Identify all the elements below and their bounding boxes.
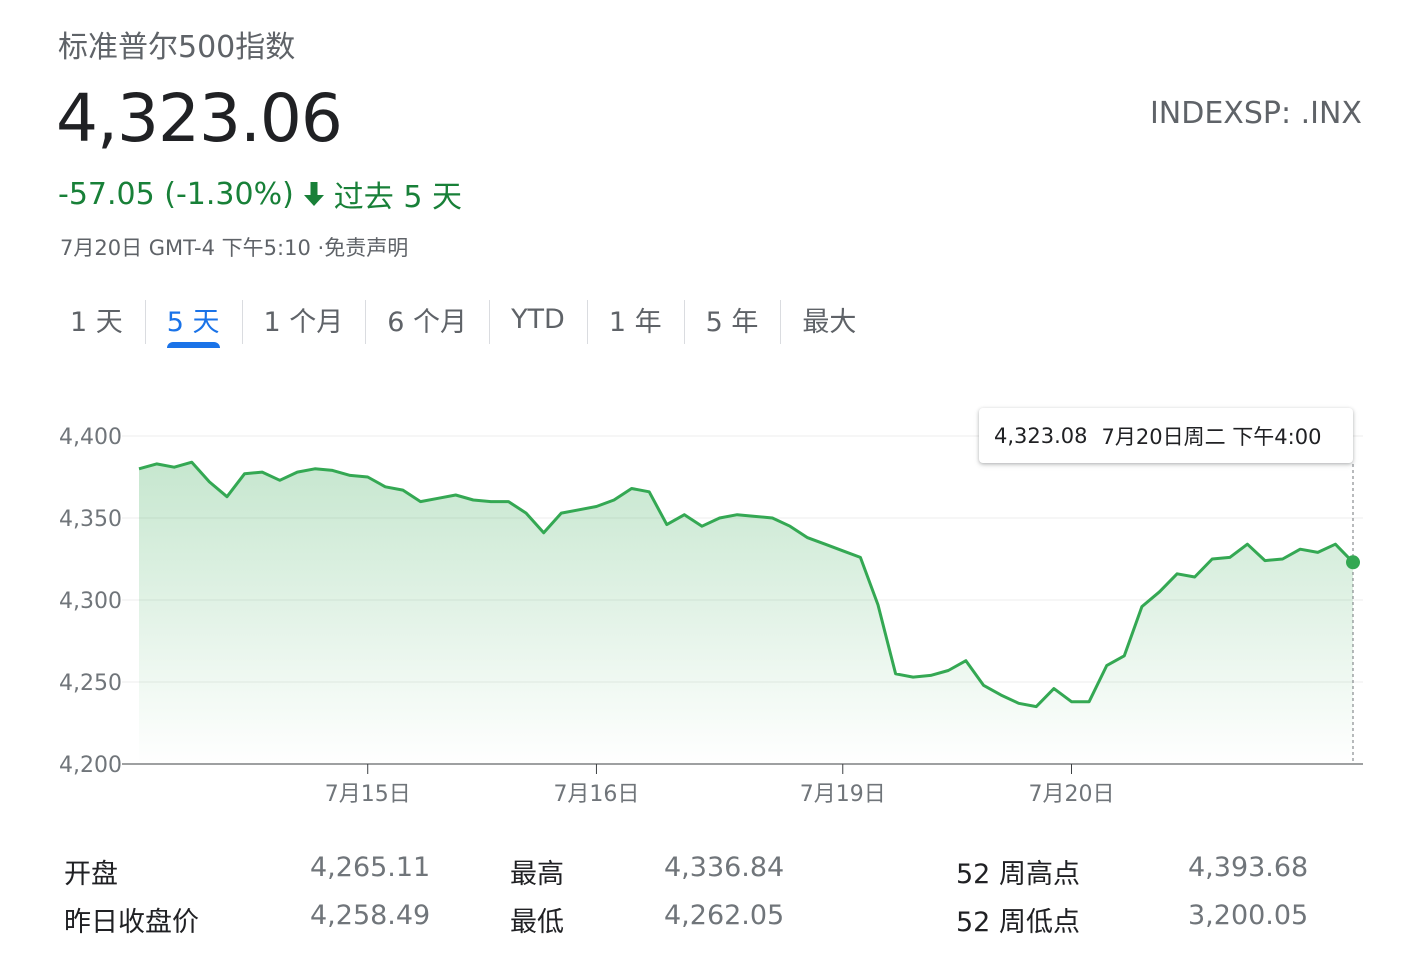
tooltip-value: 4,323.08 [994, 423, 1088, 448]
high-label: 最高 [510, 859, 564, 890]
tab-6-months[interactable]: 6 个月 [365, 296, 489, 344]
timestamp-row: 7月20日 GMT-4 下午5:10 ·免责声明 [60, 232, 408, 262]
price-change: -57.05 (-1.30%) [58, 176, 294, 212]
tab-ytd[interactable]: YTD [489, 296, 587, 344]
range-tabs: 1 天 5 天 1 个月 6 个月 YTD 1 年 5 年 最大 [48, 296, 878, 348]
open-label: 开盘 [64, 859, 118, 890]
x-tick-label: 7月19日 [800, 782, 886, 807]
current-price: 4,323.06 [56, 80, 343, 157]
hover-point [1346, 555, 1360, 570]
tab-label: 1 个月 [263, 306, 344, 338]
price-area-fill [139, 462, 1353, 764]
x-tick-label: 7月20日 [1028, 782, 1114, 807]
tab-1-month[interactable]: 1 个月 [241, 296, 366, 344]
y-tick-label: 4,400 [59, 425, 122, 450]
high-value: 4,336.84 [664, 852, 785, 883]
y-tick-label: 4,250 [59, 671, 122, 696]
y-tick-label: 4,300 [59, 589, 122, 614]
arrow-down-icon [302, 180, 326, 208]
chart-tooltip: 4,323.08 7月20日周二 下午4:00 [979, 408, 1353, 463]
y-tick-label: 4,350 [59, 507, 122, 532]
tab-label: 1 天 [70, 306, 123, 338]
tab-1-day[interactable]: 1 天 [48, 296, 145, 342]
tab-label: 1 年 [608, 306, 662, 338]
tooltip-date: 7月20日周二 下午4:00 [1101, 424, 1322, 449]
52-week-low-label: 52 周低点 [956, 907, 1080, 938]
low-value: 4,262.05 [664, 900, 785, 931]
tab-5-years[interactable]: 5 年 [683, 296, 781, 344]
disclaimer-link[interactable]: ·免责声明 [318, 236, 409, 260]
prev-close-value: 4,258.49 [310, 900, 431, 931]
tab-label: YTD [511, 303, 565, 335]
active-tab-indicator [166, 342, 220, 348]
tab-label: 6 个月 [387, 306, 468, 338]
y-tick-label: 4,200 [59, 753, 122, 778]
tab-label: 最大 [802, 306, 857, 338]
tab-max[interactable]: 最大 [780, 296, 878, 344]
prev-close-label: 昨日收盘价 [64, 907, 199, 938]
x-tick-label: 7月15日 [325, 782, 411, 807]
low-label: 最低 [510, 907, 564, 938]
tab-5-days[interactable]: 5 天 [144, 296, 242, 348]
period-label: 过去 5 天 [333, 180, 462, 215]
stats-table: 开盘 4,265.11 昨日收盘价 4,258.49 最高 4,336.84 最… [64, 848, 1364, 948]
tab-label: 5 天 [166, 306, 220, 338]
index-name: 标准普尔500指数 [58, 30, 296, 65]
price-change-row: -57.05 (-1.30%) 过去 5 天 [58, 172, 462, 216]
x-tick-label: 7月16日 [553, 782, 639, 807]
52-week-high-value: 4,393.68 [1188, 852, 1309, 883]
tab-1-year[interactable]: 1 年 [586, 296, 684, 344]
open-value: 4,265.11 [310, 852, 431, 883]
timestamp: 7月20日 GMT-4 下午5:10 [60, 236, 311, 260]
52-week-low-value: 3,200.05 [1188, 900, 1309, 931]
52-week-high-label: 52 周高点 [956, 859, 1080, 890]
tab-label: 5 年 [705, 306, 759, 338]
ticker-symbol: INDEXSP: .INX [1149, 96, 1362, 131]
